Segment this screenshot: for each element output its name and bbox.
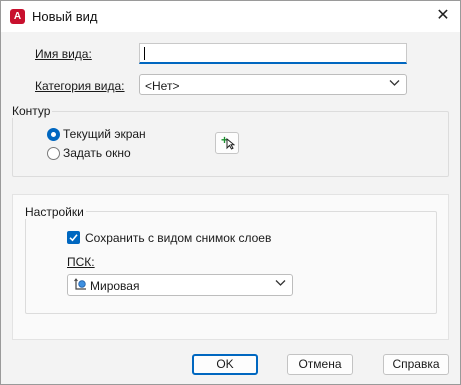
view-category-dropdown[interactable]: <Нет> [139,74,407,95]
ucs-selected: Мировая [90,279,140,293]
cursor-icon [226,137,236,153]
pick-window-button[interactable]: + [215,132,239,154]
text-caret [144,47,145,60]
save-layer-snapshot-checkbox[interactable] [67,231,80,244]
radio-define-window-label[interactable]: Задать окно [63,146,131,160]
help-button[interactable]: Справка [383,354,449,375]
radio-define-window[interactable] [47,147,60,160]
ucs-label: ПСК: [67,255,95,269]
ok-button[interactable]: OK [192,354,258,375]
cancel-button[interactable]: Отмена [287,354,353,375]
window-title: Новый вид [32,9,98,24]
save-layer-snapshot-label[interactable]: Сохранить с видом снимок слоев [85,231,271,245]
autocad-app-icon: A [10,9,25,24]
ucs-dropdown[interactable]: Мировая [67,274,293,296]
chevron-down-icon [275,277,286,291]
title-bar: A Новый вид ✕ [1,1,460,32]
radio-current-display[interactable] [47,128,60,141]
ucs-icon [73,278,87,292]
settings-group-title: Настройки [23,205,86,219]
close-button[interactable]: ✕ [429,4,457,28]
view-category-label: Категория вида: [35,79,125,93]
app-icon-letter: A [13,11,22,22]
close-icon: ✕ [436,7,450,24]
new-view-dialog: A Новый вид ✕ Имя вида: Категория вида: … [0,0,461,385]
chevron-down-icon [389,77,400,91]
boundary-group-title: Контур [10,104,53,118]
view-name-input[interactable] [139,43,407,64]
radio-current-display-label[interactable]: Текущий экран [63,127,146,141]
view-name-label: Имя вида: [35,47,92,61]
view-category-selected: <Нет> [145,79,180,93]
